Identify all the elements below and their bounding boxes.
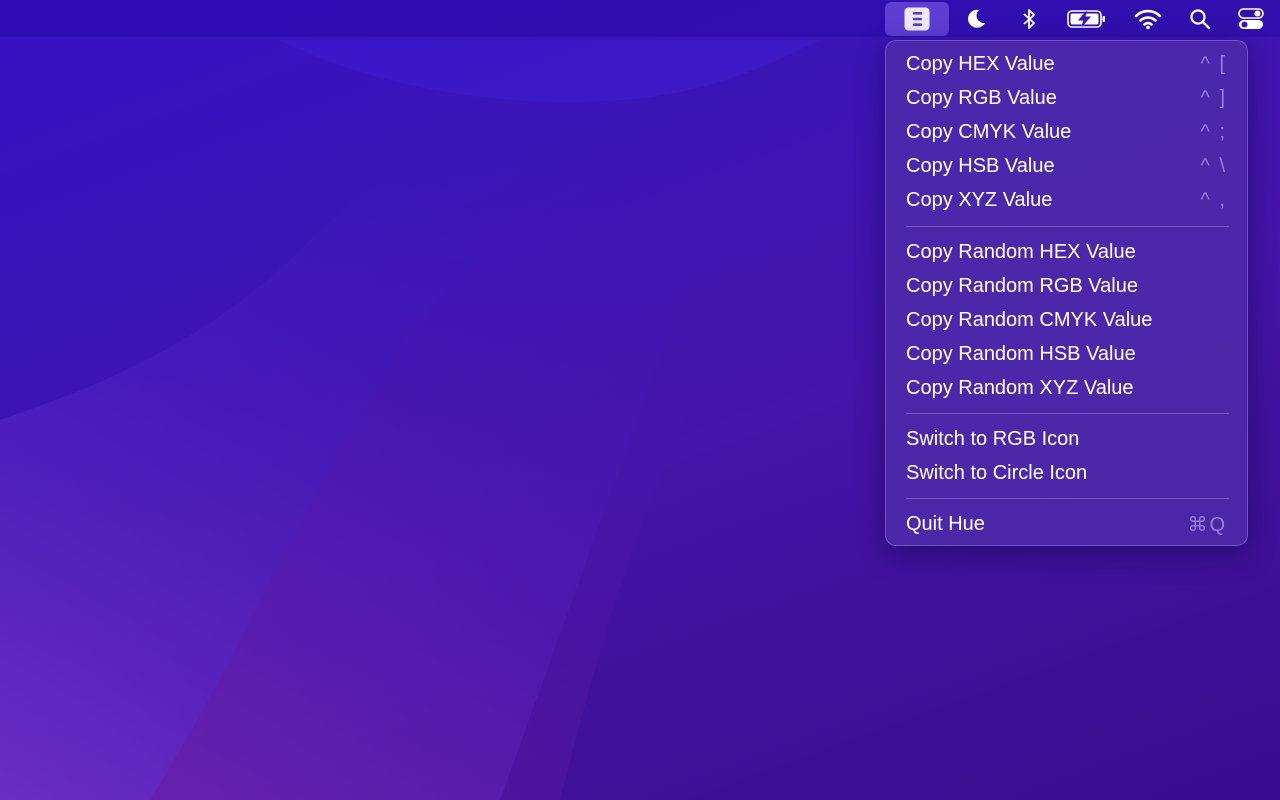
battery-charging-icon[interactable] [1064, 2, 1110, 36]
menu-item-copy-random-rgb[interactable]: Copy Random RGB Value [886, 269, 1247, 303]
menu-item-label: Copy XYZ Value [906, 188, 1053, 211]
menu-item-label: Copy CMYK Value [906, 120, 1072, 143]
menu-item-shortcut: ^ , [1200, 188, 1227, 211]
menu-separator [906, 498, 1229, 499]
menu-item-copy-cmyk[interactable]: Copy CMYK Value ^ ; [886, 115, 1247, 149]
moon-icon[interactable] [958, 2, 994, 36]
menu-item-label: Copy Random RGB Value [906, 274, 1138, 297]
menu-item-label: Switch to Circle Icon [906, 461, 1088, 484]
search-icon[interactable] [1184, 2, 1216, 36]
menu-item-copy-hex[interactable]: Copy HEX Value ^ [ [886, 47, 1247, 81]
menu-item-label: Copy HSB Value [906, 154, 1055, 177]
menu-item-label: Copy RGB Value [906, 86, 1057, 109]
menu-item-copy-hsb[interactable]: Copy HSB Value ^ \ [886, 149, 1247, 183]
wifi-icon[interactable] [1130, 2, 1166, 36]
menu-item-copy-xyz[interactable]: Copy XYZ Value ^ , [886, 183, 1247, 217]
menu-item-label: Copy Random HSB Value [906, 342, 1136, 365]
hue-dropdown-menu: Copy HEX Value ^ [ Copy RGB Value ^ ] Co… [885, 40, 1248, 546]
menu-item-shortcut: ^ \ [1200, 154, 1227, 177]
menu-item-shortcut: ^ ] [1200, 86, 1227, 109]
menu-item-label: Copy Random HEX Value [906, 240, 1136, 263]
menu-item-label: Quit Hue [906, 512, 985, 535]
menu-item-label: Copy Random XYZ Value [906, 376, 1134, 399]
menu-item-copy-random-cmyk[interactable]: Copy Random CMYK Value [886, 303, 1247, 337]
control-center-icon[interactable] [1234, 2, 1268, 36]
menu-item-switch-rgb-icon[interactable]: Switch to RGB Icon [886, 422, 1247, 456]
menu-item-label: Switch to RGB Icon [906, 427, 1080, 450]
menu-separator [906, 226, 1229, 227]
menu-item-label: Copy HEX Value [906, 52, 1055, 75]
menu-item-label: Copy Random CMYK Value [906, 308, 1153, 331]
menu-item-shortcut: ⌘Q [1187, 513, 1227, 536]
menu-item-shortcut: ^ [ [1200, 52, 1227, 75]
menu-bar [0, 0, 1280, 37]
hue-app-icon[interactable] [885, 2, 949, 36]
menu-item-copy-random-hsb[interactable]: Copy Random HSB Value [886, 337, 1247, 371]
menu-separator [906, 413, 1229, 414]
menu-item-shortcut: ^ ; [1200, 120, 1227, 143]
menu-item-copy-random-hex[interactable]: Copy Random HEX Value [886, 235, 1247, 269]
menu-item-switch-circle-icon[interactable]: Switch to Circle Icon [886, 456, 1247, 490]
bluetooth-icon[interactable] [1012, 2, 1046, 36]
menu-item-copy-random-xyz[interactable]: Copy Random XYZ Value [886, 371, 1247, 405]
menu-item-quit-hue[interactable]: Quit Hue ⌘Q [886, 507, 1247, 541]
menu-item-copy-rgb[interactable]: Copy RGB Value ^ ] [886, 81, 1247, 115]
